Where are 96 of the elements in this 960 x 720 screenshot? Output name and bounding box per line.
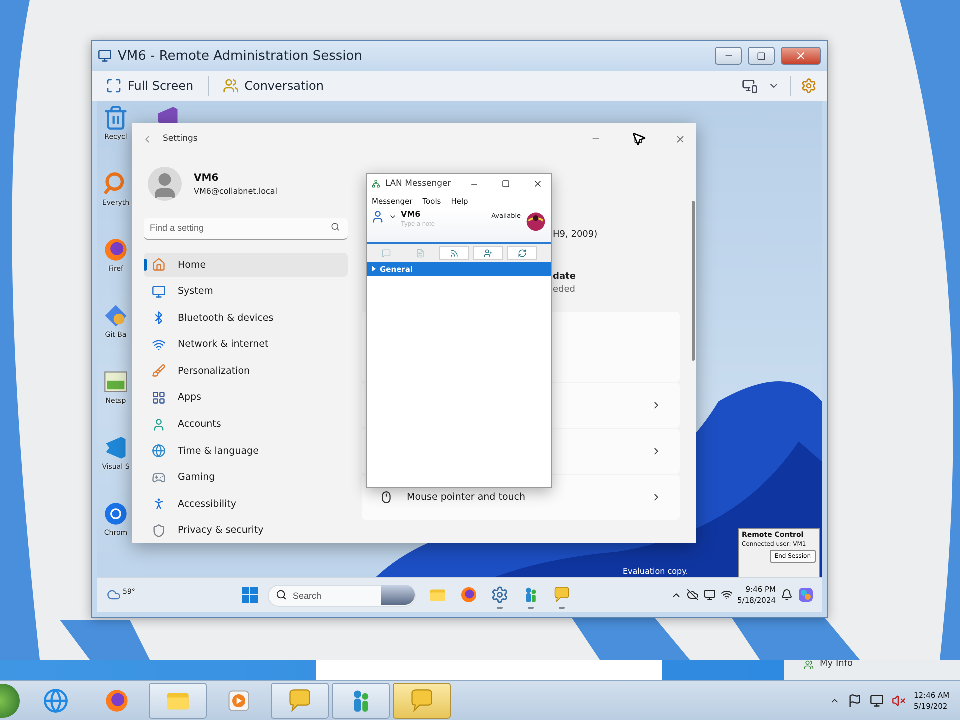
recycle-bin-icon — [103, 105, 129, 131]
taskbar-app[interactable] — [393, 683, 451, 719]
nav-item[interactable]: Apps — [144, 386, 348, 410]
landscape-thumbnail — [381, 585, 415, 605]
gear-icon — [491, 586, 509, 604]
fullscreen-icon — [106, 78, 122, 94]
scrollbar[interactable] — [692, 201, 695, 361]
display-icon[interactable] — [742, 78, 758, 94]
copilot-icon[interactable] — [798, 587, 814, 603]
refresh-icon — [518, 248, 526, 258]
document-icon — [416, 248, 424, 258]
add-user-icon — [484, 248, 492, 258]
person-icon — [371, 210, 385, 224]
home-icon — [152, 258, 166, 272]
info-text: eded — [553, 285, 576, 295]
device-icon[interactable] — [704, 589, 716, 601]
nav-item[interactable]: Time & language — [144, 439, 348, 464]
toolbar-button[interactable]: Conversation — [218, 76, 328, 96]
minimize-button[interactable] — [715, 47, 742, 65]
nav-item[interactable]: Privacy & security — [144, 518, 348, 543]
nav-item[interactable]: Network & internet — [144, 332, 348, 357]
accessibility-icon — [152, 497, 166, 512]
close-icon — [532, 179, 543, 189]
people-icon — [222, 78, 239, 94]
toolbar-button[interactable] — [439, 246, 469, 260]
network-icon[interactable] — [870, 694, 884, 708]
search-field[interactable]: Find a setting — [144, 218, 348, 240]
toolbar-button[interactable]: Full Screen — [102, 76, 198, 96]
nav-item[interactable]: System — [144, 280, 348, 304]
globe-icon — [43, 688, 69, 714]
window-title: VM6 - Remote Administration Session — [118, 48, 364, 64]
pointer-icon — [631, 131, 647, 147]
browser-icon — [103, 501, 129, 527]
window-title: LAN Messenger — [385, 179, 452, 189]
speech-bubble-icon — [287, 688, 313, 714]
apps-icon — [152, 390, 166, 405]
chat-icon — [382, 248, 390, 258]
monitor-icon — [152, 284, 166, 299]
gamepad-icon — [152, 470, 166, 485]
search-icon — [331, 222, 340, 232]
restore-icon — [757, 52, 766, 60]
speech-bubble-icon — [553, 586, 571, 604]
taskbar-app[interactable] — [149, 683, 207, 719]
nav-item[interactable]: Bluetooth & devices — [144, 306, 348, 330]
user-name: VM6 — [401, 210, 422, 219]
globe-icon — [152, 444, 166, 458]
app-icon — [372, 179, 380, 189]
browser-icon — [103, 237, 129, 263]
gear-icon[interactable] — [801, 78, 817, 94]
user-email: VM6@collabnet.local — [194, 186, 278, 196]
close-button[interactable] — [781, 47, 821, 65]
app-icon — [103, 369, 129, 395]
text-field[interactable] — [316, 660, 662, 680]
start-button[interactable] — [0, 684, 20, 718]
toolbar-button[interactable] — [507, 246, 537, 260]
taskbar-app[interactable] — [271, 683, 329, 719]
window-title: Settings — [163, 134, 198, 144]
mouse-icon — [380, 491, 393, 504]
expand-arrow-icon[interactable] — [371, 266, 377, 272]
browser-icon — [460, 586, 478, 604]
close-icon — [795, 50, 807, 62]
nav-item[interactable]: Personalization — [144, 359, 348, 384]
watermark-text: Evaluation copy. — [623, 567, 688, 576]
muted-speaker-icon[interactable] — [892, 694, 906, 708]
start-icon[interactable] — [242, 587, 258, 603]
broadcast-icon — [450, 248, 458, 258]
nav-item[interactable]: Home — [144, 253, 348, 277]
brush-icon — [152, 364, 166, 378]
nav-item[interactable]: Accessibility — [144, 492, 348, 516]
search-icon — [276, 590, 287, 600]
wifi-icon — [152, 338, 166, 352]
avatar-picture — [525, 210, 547, 232]
maximize-icon — [502, 180, 510, 188]
user-name: VM6 — [194, 172, 220, 184]
play-icon — [226, 688, 252, 714]
toolbar-button[interactable] — [473, 246, 503, 260]
taskbar-app[interactable] — [332, 683, 390, 719]
person-icon — [152, 418, 166, 432]
nav-item[interactable]: Gaming — [144, 466, 348, 490]
info-text: H9, 2009) — [553, 230, 599, 240]
row-label: Mouse pointer and touch — [407, 492, 527, 503]
bell-icon[interactable] — [781, 589, 793, 601]
browser-icon — [104, 688, 130, 714]
close-icon — [674, 134, 686, 144]
caret-icon[interactable] — [389, 213, 397, 221]
monitor-icon — [98, 49, 112, 63]
restore-button[interactable] — [748, 47, 775, 65]
nav-item[interactable]: Accounts — [144, 412, 348, 437]
flag-icon[interactable] — [848, 694, 862, 708]
weather-icon[interactable] — [107, 588, 121, 602]
avatar — [148, 167, 182, 201]
cloud-icon[interactable] — [686, 589, 699, 601]
shield-icon — [152, 524, 166, 538]
speech-bubble-icon — [409, 688, 435, 714]
people-icon — [804, 660, 814, 670]
info-text: date — [553, 272, 577, 282]
